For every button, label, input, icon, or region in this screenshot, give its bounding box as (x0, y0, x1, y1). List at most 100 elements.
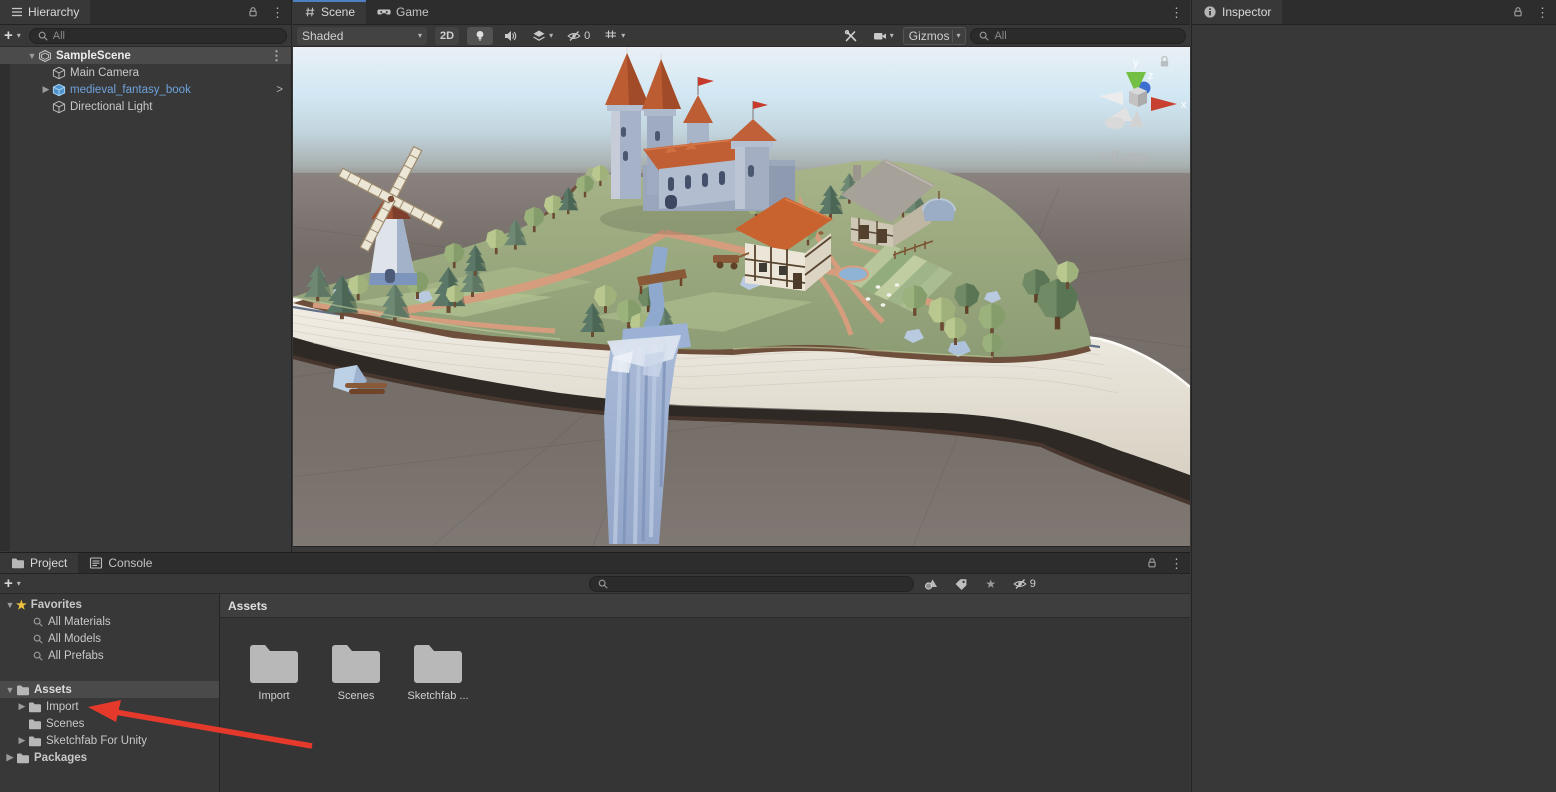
lock-icon[interactable] (1146, 557, 1158, 569)
folder-large-icon (330, 642, 382, 684)
folder-icon (16, 751, 30, 765)
tab-console[interactable]: Console (78, 553, 163, 573)
scene-camera-dropdown[interactable]: ▾ (868, 27, 899, 45)
hierarchy-item-samplescene[interactable]: ▼ SampleScene ⋮ (0, 47, 291, 64)
tree-item-assets[interactable]: ▼ Assets (0, 681, 219, 698)
hierarchy-panel: Hierarchy ⋮ + ▾ ▼ SampleScene ⋮ Main Cam… (0, 0, 292, 552)
folder-tile-scenes[interactable]: Scenes (316, 642, 396, 702)
hierarchy-item-main-camera[interactable]: Main Camera (0, 64, 291, 81)
add-object-button[interactable]: + (4, 28, 13, 43)
prefab-cube-icon (52, 83, 66, 97)
console-icon (89, 556, 103, 570)
expander-open-icon[interactable]: ▼ (4, 685, 16, 695)
lightbulb-icon (473, 29, 487, 43)
create-asset-button[interactable]: + (4, 576, 13, 591)
scene-render: y z x <Persp (293, 47, 1190, 546)
2d-toggle-button[interactable]: 2D (435, 27, 459, 45)
hierarchy-item-directional-light[interactable]: Directional Light (0, 98, 291, 115)
scene-panel: Scene Game ⋮ Shaded ▾ 2D ▾ 0 (293, 0, 1190, 552)
tab-game[interactable]: Game (366, 0, 440, 24)
expander-closed-icon[interactable]: ▶ (16, 735, 28, 746)
favorites-label: Favorites (31, 599, 82, 611)
scene-search[interactable] (970, 28, 1186, 44)
folder-tile-label: Import (258, 690, 289, 702)
lock-icon[interactable] (247, 6, 259, 18)
tree-item-label: Scenes (46, 718, 84, 730)
grid-snap-dropdown[interactable]: ▾ (599, 27, 630, 45)
gameobject-label: Directional Light (70, 101, 152, 113)
scene-search-input[interactable] (994, 30, 1178, 42)
lock-icon[interactable] (1512, 6, 1524, 18)
project-visibility-toggle[interactable]: 9 (1008, 575, 1041, 593)
scene-effects-dropdown[interactable]: ▾ (527, 27, 558, 45)
tab-scene[interactable]: Scene (293, 0, 366, 24)
scene-grid-icon (304, 6, 316, 18)
expander-open-icon[interactable]: ▼ (4, 600, 16, 610)
search-by-label-button[interactable] (948, 575, 974, 593)
prefab-label: medieval_fantasy_book (70, 84, 191, 96)
tree-item-packages[interactable]: ▶ Packages (0, 749, 219, 766)
tree-item-scenes[interactable]: Scenes (0, 715, 219, 732)
game-tab-label: Game (396, 5, 429, 19)
hierarchy-search-input[interactable] (53, 30, 279, 42)
create-asset-caret-icon[interactable]: ▾ (17, 580, 21, 588)
projection-label[interactable]: <Persp (1099, 149, 1146, 164)
tag-icon (954, 577, 968, 591)
prefab-chevron-icon[interactable]: > (276, 84, 283, 96)
tree-item-all-models[interactable]: All Models (0, 630, 219, 647)
shading-mode-label: Shaded (302, 29, 343, 43)
favorite-search-button[interactable]: ★ (978, 575, 1004, 593)
add-object-caret-icon[interactable]: ▾ (17, 32, 21, 40)
expander-closed-icon[interactable]: ▶ (16, 701, 28, 712)
tree-item-favorites[interactable]: ▼ ★ Favorites (0, 596, 219, 613)
info-icon (1203, 5, 1217, 19)
tree-item-import[interactable]: ▶ Import (0, 698, 219, 715)
scene-toolbar: Shaded ▾ 2D ▾ 0 ▾ ▾ (293, 25, 1190, 47)
hidden-asset-count: 9 (1030, 578, 1036, 590)
project-search[interactable] (589, 576, 914, 592)
favorites-star-icon: ★ (16, 599, 27, 611)
tab-hierarchy[interactable]: Hierarchy (0, 0, 90, 24)
search-icon (978, 30, 990, 42)
gizmos-dropdown[interactable]: Gizmos ▾ (903, 27, 967, 45)
scene-lighting-toggle[interactable] (467, 27, 493, 45)
hierarchy-tabbar: Hierarchy ⋮ (0, 0, 291, 25)
scene-visibility-toggle[interactable]: 0 (562, 27, 595, 45)
tab-inspector[interactable]: Inspector (1192, 0, 1282, 24)
tree-item-all-prefabs[interactable]: All Prefabs (0, 647, 219, 664)
folder-tile-sketchfab[interactable]: Sketchfab ... (398, 642, 478, 702)
dropdown-caret-icon: ▾ (621, 32, 625, 40)
kebab-menu-icon[interactable]: ⋮ (1170, 6, 1183, 19)
scene-kebab-icon[interactable]: ⋮ (270, 49, 283, 62)
folder-tile-import[interactable]: Import (234, 642, 314, 702)
shading-mode-dropdown[interactable]: Shaded ▾ (297, 27, 427, 45)
component-tools-button[interactable] (838, 27, 864, 45)
assets-label: Assets (34, 684, 72, 696)
kebab-menu-icon[interactable]: ⋮ (1536, 6, 1549, 19)
tree-item-sketchfab-for-unity[interactable]: ▶ Sketchfab For Unity (0, 732, 219, 749)
expander-open-icon[interactable]: ▼ (26, 51, 38, 61)
search-by-type-button[interactable] (918, 575, 944, 593)
kebab-menu-icon[interactable]: ⋮ (271, 6, 284, 19)
scene-bottom-strip (293, 546, 1190, 551)
expander-closed-icon[interactable]: ▶ (4, 752, 16, 763)
project-tabbar: Project Console ⋮ (0, 553, 1190, 574)
scene-viewport[interactable]: y z x <Persp (293, 47, 1190, 546)
kebab-menu-icon[interactable]: ⋮ (1170, 557, 1183, 570)
tab-project[interactable]: Project (0, 553, 78, 573)
layers-icon (532, 29, 546, 43)
scene-audio-toggle[interactable] (497, 27, 523, 45)
project-search-input[interactable] (613, 578, 906, 590)
hierarchy-item-medieval-fantasy-book[interactable]: ▶ medieval_fantasy_book > (0, 81, 291, 98)
eye-slash-icon (567, 29, 581, 43)
hierarchy-search[interactable] (29, 28, 287, 44)
tree-item-label: All Prefabs (48, 650, 104, 662)
inspector-tabbar: Inspector ⋮ (1192, 0, 1556, 25)
hierarchy-tab-label: Hierarchy (28, 5, 79, 19)
dropdown-caret-icon: ▾ (549, 32, 553, 40)
folder-icon (11, 556, 25, 570)
project-panel: Project Console ⋮ + ▾ ★ 9 (0, 552, 1190, 792)
tree-item-all-materials[interactable]: All Materials (0, 613, 219, 630)
folder-tile-label: Sketchfab ... (407, 690, 468, 702)
expander-closed-icon[interactable]: ▶ (40, 84, 52, 95)
